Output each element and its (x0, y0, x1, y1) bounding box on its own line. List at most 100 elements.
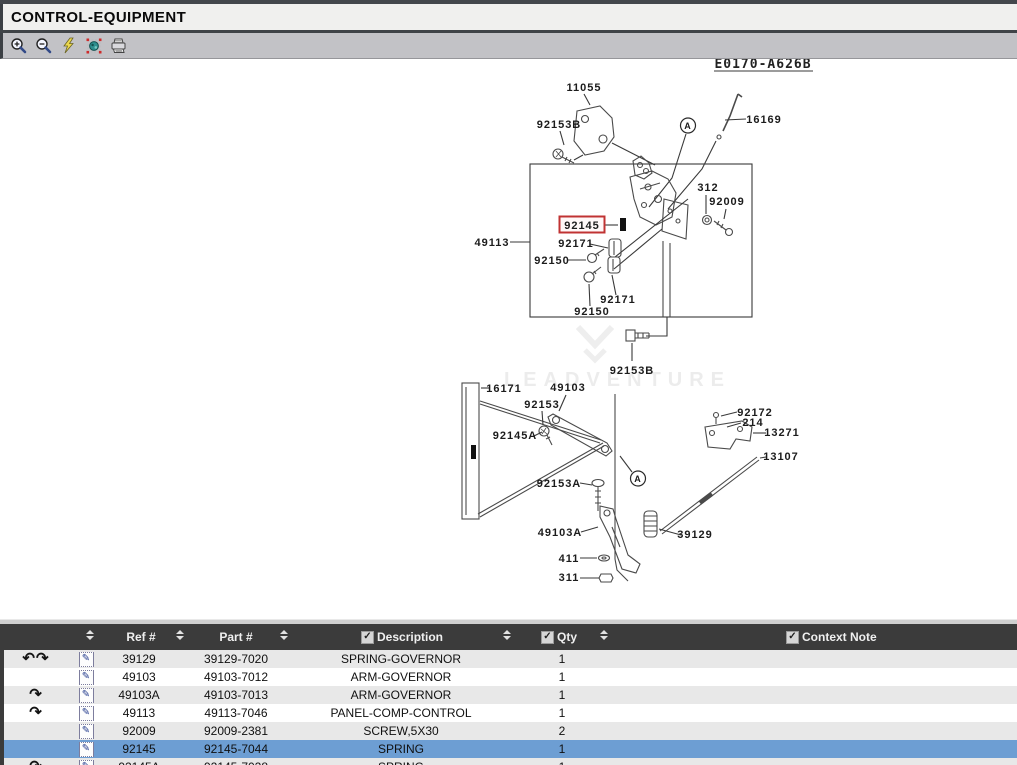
table-row-39129[interactable]: ↶↷ ✎ 3912939129-7020SPRING-GOVERNOR1 (4, 650, 1017, 668)
ref-cell: 92145 (104, 742, 174, 756)
figure-code: E0170-A626B (714, 59, 811, 72)
part-label-92153B: 92153B (537, 119, 582, 131)
part-label-92150: 92150 (534, 255, 570, 267)
part-label-A: A (684, 121, 692, 131)
ref-cell: 92009 (104, 724, 174, 738)
part-label-312: 312 (697, 182, 718, 194)
qty-cell: 2 (504, 724, 620, 738)
edit-note-icon[interactable]: ✎ (79, 670, 94, 685)
part-label-92150: 92150 (574, 306, 610, 318)
context-note-checkbox[interactable]: ✓ (786, 631, 799, 644)
description-cell: SPRING (298, 742, 504, 756)
page-title: CONTROL-EQUIPMENT (11, 9, 186, 26)
qty-cell: 1 (504, 652, 620, 666)
exploded-diagram[interactable]: LEADVENTURE E0170-A626B (0, 59, 1017, 619)
table-body: ↶↷✎3912939129-7020SPRING-GOVERNOR1✎49103… (4, 650, 1017, 765)
zoom-out-icon[interactable] (34, 36, 53, 55)
ref-cell: 39129 (104, 652, 174, 666)
diagram-canvas: LEADVENTURE E0170-A626B (0, 59, 1017, 619)
replacement-arrows-icon: ↷ (4, 706, 68, 720)
ref-cell: 49103A (104, 688, 174, 702)
part-label-92009: 92009 (709, 196, 745, 208)
part-number-cell: 39129-7020 (174, 652, 298, 666)
part-label-92145[interactable]: 92145 (564, 220, 600, 232)
table-header: Ref # Part # ✓ Description ✓ Qty ✓ Conte… (4, 624, 1017, 650)
part-label-92145A: 92145A (493, 430, 538, 442)
edit-note-icon[interactable]: ✎ (79, 688, 94, 703)
sort-icon[interactable] (280, 630, 288, 640)
description-cell: PANEL-COMP-CONTROL (298, 706, 504, 720)
table-row-49103[interactable]: ✎ 4910349103-7012ARM-GOVERNOR1 (4, 668, 1017, 686)
part-label-16171: 16171 (486, 383, 522, 395)
part-number-cell: 92009-2381 (174, 724, 298, 738)
part-label-A: A (634, 474, 642, 484)
part-number-cell: 49113-7046 (174, 706, 298, 720)
edit-note-icon[interactable]: ✎ (79, 724, 94, 739)
table-row-92145[interactable]: ✎ 9214592145-7044SPRING1 (4, 740, 1017, 758)
col-ref-header[interactable]: Ref # (108, 630, 174, 644)
description-cell: ARM-GOVERNOR (298, 670, 504, 684)
part-label-39129: 39129 (677, 529, 713, 541)
table-row-92145A[interactable]: ↷ ✎ 92145A92145-7028SPRING1 (4, 758, 1017, 765)
parts-catalog-window: CONTROL-EQUIPMENT (0, 0, 1017, 765)
part-label-411: 411 (559, 553, 580, 565)
part-number-cell: 92145-7044 (174, 742, 298, 756)
edit-note-icon[interactable]: ✎ (79, 652, 94, 667)
part-label-49103: 49103 (550, 382, 586, 394)
sort-icon[interactable] (86, 630, 94, 640)
replacement-arrows-icon: ↷ (4, 760, 68, 765)
part-drawings (462, 94, 766, 582)
sort-icon[interactable] (600, 630, 608, 640)
table-row-92009[interactable]: ✎ 9200992009-2381SCREW,5X302 (4, 722, 1017, 740)
part-number-cell: 92145-7028 (174, 760, 298, 765)
table-row-49113[interactable]: ↷ ✎ 4911349113-7046PANEL-COMP-CONTROL1 (4, 704, 1017, 722)
qty-checkbox[interactable]: ✓ (541, 631, 554, 644)
col-note-header: ✓ Context Note (786, 630, 877, 644)
description-cell: SPRING (298, 760, 504, 765)
part-number-cell: 49103-7012 (174, 670, 298, 684)
qty-cell: 1 (504, 688, 620, 702)
part-label-92153: 92153 (524, 399, 560, 411)
table-row-49103A[interactable]: ↷ ✎ 49103A49103-7013ARM-GOVERNOR1 (4, 686, 1017, 704)
description-cell: SPRING-GOVERNOR (298, 652, 504, 666)
col-desc-header: ✓ Description (361, 630, 443, 644)
edit-note-icon[interactable]: ✎ (79, 706, 94, 721)
description-checkbox[interactable]: ✓ (361, 631, 374, 644)
part-label-92153A: 92153A (537, 478, 582, 490)
part-label-11055: 11055 (567, 82, 602, 94)
part-label-13271: 13271 (764, 427, 800, 439)
qty-cell: 1 (504, 742, 620, 756)
part-label-311: 311 (559, 572, 580, 584)
sort-icon[interactable] (503, 630, 511, 640)
part-label-49103A: 49103A (538, 527, 583, 539)
edit-note-icon[interactable]: ✎ (79, 742, 94, 757)
part-label-214: 214 (742, 417, 763, 429)
description-cell: SCREW,5X30 (298, 724, 504, 738)
title-bar: CONTROL-EQUIPMENT (0, 4, 1017, 30)
replacement-arrows-icon: ↷ (4, 688, 68, 702)
watermark: LEADVENTURE (504, 327, 731, 391)
qty-cell: 1 (504, 760, 620, 765)
toolbar (0, 33, 1017, 59)
part-label-92171: 92171 (558, 238, 594, 250)
qty-cell: 1 (504, 670, 620, 684)
qty-cell: 1 (504, 706, 620, 720)
part-number-cell: 49103-7013 (174, 688, 298, 702)
print-icon[interactable] (109, 36, 128, 55)
part-label-92171: 92171 (600, 294, 636, 306)
part-label-92153B: 92153B (610, 365, 655, 377)
ref-cell: 49113 (104, 706, 174, 720)
description-cell: ARM-GOVERNOR (298, 688, 504, 702)
part-label-16169: 16169 (746, 114, 782, 126)
hotspots-icon[interactable] (84, 36, 103, 55)
part-label-49113: 49113 (475, 237, 510, 249)
ref-cell: 92145A (104, 760, 174, 765)
part-label-13107: 13107 (763, 451, 799, 463)
ref-cell: 49103 (104, 670, 174, 684)
flash-icon[interactable] (59, 36, 78, 55)
col-qty-header: ✓ Qty (541, 630, 577, 644)
parts-table: Ref # Part # ✓ Description ✓ Qty ✓ Conte… (0, 624, 1017, 765)
replacement-arrows-icon: ↶↷ (4, 652, 68, 666)
zoom-in-icon[interactable] (9, 36, 28, 55)
edit-note-icon[interactable]: ✎ (79, 760, 94, 765)
